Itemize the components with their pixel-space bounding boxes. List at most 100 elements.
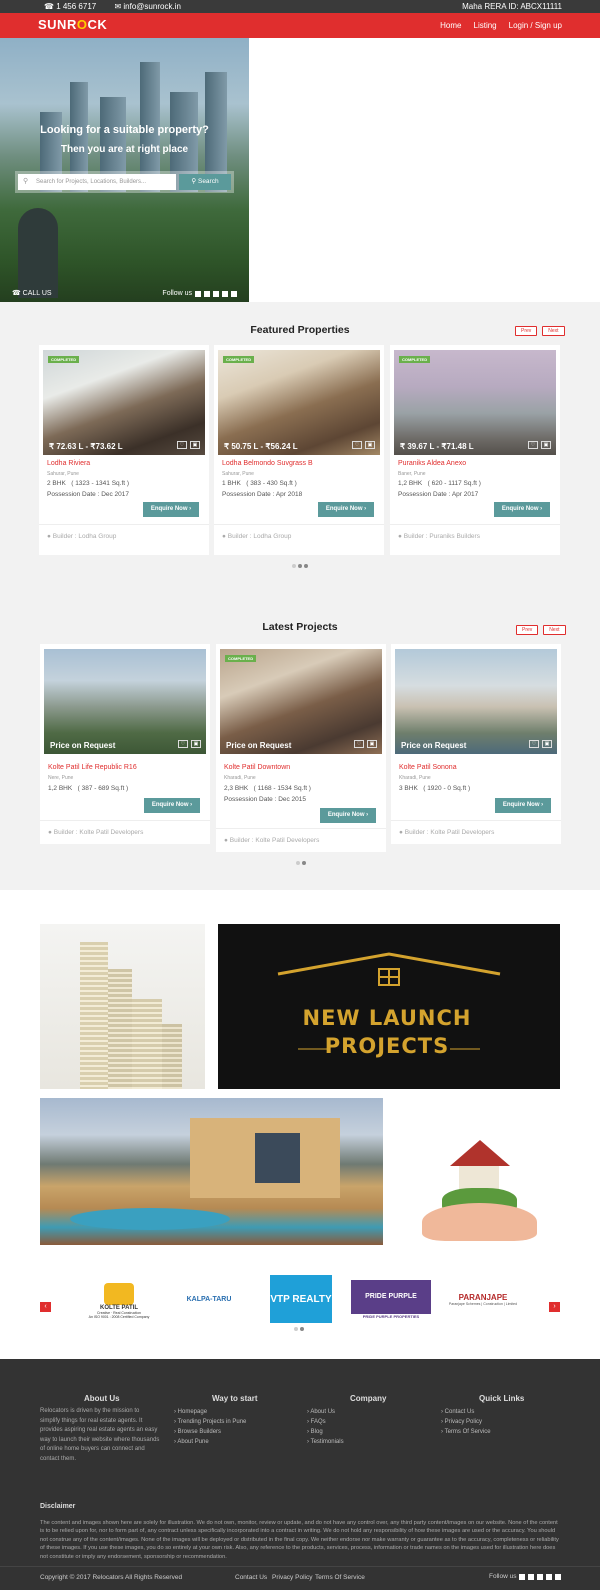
favorite-icon[interactable]: ♡ xyxy=(352,441,362,449)
nav-login-link[interactable]: Login / Sign up xyxy=(509,21,562,30)
price-label: ₹ 72.63 L - ₹73.62 L xyxy=(49,442,123,451)
camera-icon[interactable]: ▣ xyxy=(541,441,551,449)
carousel-dot[interactable] xyxy=(304,564,308,568)
featured-next-button[interactable]: Next xyxy=(542,326,565,336)
search-button[interactable]: ⚲ Search xyxy=(179,174,231,190)
property-card[interactable]: COMPLETED ₹ 50.75 L - ₹56.24 L ♡ ▣ Lodha… xyxy=(214,345,384,555)
property-name[interactable]: Puraniks Aldea Anexo xyxy=(398,460,466,467)
tower-banner[interactable] xyxy=(40,924,205,1089)
carousel-dot[interactable] xyxy=(296,861,300,865)
villa-banner[interactable] xyxy=(40,1098,383,1245)
footer-link-builders[interactable]: › Browse Builders xyxy=(174,1427,246,1437)
footer-link-homepage[interactable]: › Homepage xyxy=(174,1407,246,1417)
camera-icon[interactable]: ▣ xyxy=(365,441,375,449)
property-card[interactable]: COMPLETED Price on Request ♡ ▣ Kolte Pat… xyxy=(216,644,386,852)
search-input[interactable]: ⚲ Search for Projects, Locations, Builde… xyxy=(18,174,176,190)
builder-name: ● Builder : Lodha Group xyxy=(47,533,117,540)
facebook-icon[interactable] xyxy=(519,1573,526,1580)
bottom-link-privacy[interactable]: Privacy Policy xyxy=(272,1574,312,1581)
kalpataru-logo[interactable]: KALPA-TARU xyxy=(168,1291,250,1307)
property-name[interactable]: Lodha Riviera xyxy=(47,460,90,467)
camera-icon[interactable]: ▣ xyxy=(190,441,200,449)
enquire-now-button[interactable]: Enquire Now › xyxy=(494,502,550,517)
property-name[interactable]: Kolte Patil Sonona xyxy=(399,764,457,771)
possession-date: Possession Date : Dec 2017 xyxy=(47,491,130,498)
carousel-dot[interactable] xyxy=(298,564,302,568)
price-label: Price on Request xyxy=(226,741,292,750)
carousel-dot[interactable] xyxy=(302,861,306,865)
property-config: 1,2 BHK ( 387 - 689 Sq.ft ) xyxy=(48,785,129,792)
hero-banner: Looking for a suitable property? Then yo… xyxy=(0,38,249,302)
property-card[interactable]: COMPLETED ₹ 39.67 L - ₹71.48 L ♡ ▣ Puran… xyxy=(390,345,560,555)
enquire-now-button[interactable]: Enquire Now › xyxy=(144,798,200,813)
carousel-dot[interactable] xyxy=(292,564,296,568)
partners-next-arrow[interactable]: › xyxy=(549,1302,560,1312)
footer-link-contact[interactable]: › Contact Us xyxy=(441,1407,491,1417)
enquire-now-button[interactable]: Enquire Now › xyxy=(318,502,374,517)
nav-listing-link[interactable]: Listing xyxy=(474,21,497,30)
email-contact[interactable]: ✉ info@sunrock.in xyxy=(114,2,188,11)
camera-icon[interactable]: ▣ xyxy=(191,740,201,748)
property-config: 1 BHK ( 383 - 430 Sq.ft ) xyxy=(222,480,297,487)
linkedin-icon[interactable] xyxy=(537,1573,544,1580)
enquire-now-button[interactable]: Enquire Now › xyxy=(320,808,376,823)
status-badge: COMPLETED xyxy=(399,356,431,363)
price-label: Price on Request xyxy=(50,741,116,750)
linkedin-icon[interactable] xyxy=(213,290,219,297)
favorite-icon[interactable]: ♡ xyxy=(354,740,364,748)
partners-prev-arrow[interactable]: ‹ xyxy=(40,1302,51,1312)
bottom-link-terms[interactable]: Terms Of Service xyxy=(315,1574,365,1581)
property-card[interactable]: Price on Request ♡ ▣ Kolte Patil Sonona … xyxy=(391,644,561,844)
sunrock-logo[interactable]: SUNROCK xyxy=(38,17,107,32)
favorite-icon[interactable]: ♡ xyxy=(529,740,539,748)
bottom-link-contact[interactable]: Contact Us xyxy=(235,1574,267,1581)
enquire-now-button[interactable]: Enquire Now › xyxy=(495,798,551,813)
twitter-icon[interactable] xyxy=(204,290,210,297)
latest-prev-button[interactable]: Prev xyxy=(516,625,539,635)
footer-link-about-pune[interactable]: › About Pune xyxy=(174,1437,246,1447)
property-config: 2 BHK ( 1323 - 1341 Sq.ft ) xyxy=(47,480,130,487)
carousel-dot[interactable] xyxy=(294,1327,298,1331)
footer-link-faqs[interactable]: › FAQs xyxy=(307,1417,344,1427)
status-badge: COMPLETED xyxy=(48,356,80,363)
footer-way-title: Way to start xyxy=(212,1394,258,1403)
latest-next-button[interactable]: Next xyxy=(543,625,566,635)
footer-link-trending[interactable]: › Trending Projects in Pune xyxy=(174,1417,246,1427)
status-badge: COMPLETED xyxy=(225,655,257,662)
youtube-icon[interactable] xyxy=(546,1573,553,1580)
footer-link-about-us[interactable]: › About Us xyxy=(307,1407,344,1417)
camera-icon[interactable]: ▣ xyxy=(542,740,552,748)
property-name[interactable]: Kolte Patil Life Republic R16 xyxy=(48,764,137,771)
nav-home-link[interactable]: Home xyxy=(440,21,461,30)
footer-link-blog[interactable]: › Blog xyxy=(307,1427,344,1437)
kolte-patil-logo[interactable]: KOLTE PATIL Creative · Real Construction… xyxy=(88,1277,150,1325)
paranjape-logo[interactable]: PARANJAPE Paranjape Schemes | Constructi… xyxy=(438,1287,528,1311)
property-card[interactable]: Price on Request ♡ ▣ Kolte Patil Life Re… xyxy=(40,644,210,844)
house-in-hands-banner[interactable] xyxy=(397,1098,560,1245)
instagram-icon[interactable] xyxy=(555,1573,562,1580)
hero-headline: Looking for a suitable property? xyxy=(40,124,209,136)
favorite-icon[interactable]: ♡ xyxy=(178,740,188,748)
property-name[interactable]: Lodha Belmondo Suvgrass B xyxy=(222,460,313,467)
footer-link-testimonials[interactable]: › Testimonials xyxy=(307,1437,344,1447)
property-name[interactable]: Kolte Patil Downtown xyxy=(224,764,290,771)
camera-icon[interactable]: ▣ xyxy=(367,740,377,748)
property-card[interactable]: COMPLETED ₹ 72.63 L - ₹73.62 L ♡ ▣ Lodha… xyxy=(39,345,209,555)
pride-purple-logo[interactable]: PRIDE PURPLE PRIDE PURPLE PROPERTIES xyxy=(350,1275,432,1323)
featured-prev-button[interactable]: Prev xyxy=(515,326,538,336)
phone-contact[interactable]: ☎ 1 456 6717 xyxy=(44,2,104,11)
carousel-dot[interactable] xyxy=(300,1327,304,1331)
new-launch-banner[interactable]: NEW LAUNCH PROJECTS xyxy=(218,924,560,1089)
favorite-icon[interactable]: ♡ xyxy=(528,441,538,449)
facebook-icon[interactable] xyxy=(195,290,201,297)
twitter-icon[interactable] xyxy=(528,1573,535,1580)
footer-link-privacy[interactable]: › Privacy Policy xyxy=(441,1417,491,1427)
instagram-icon[interactable] xyxy=(231,290,237,297)
favorite-icon[interactable]: ♡ xyxy=(177,441,187,449)
enquire-now-button[interactable]: Enquire Now › xyxy=(143,502,199,517)
call-us-link[interactable]: ☎ CALL US xyxy=(12,289,52,297)
youtube-icon[interactable] xyxy=(222,290,228,297)
footer-link-terms[interactable]: › Terms Of Service xyxy=(441,1427,491,1437)
footer-quick-title: Quick Links xyxy=(479,1394,525,1403)
vtp-realty-logo[interactable]: VTP REALTY xyxy=(270,1275,332,1323)
